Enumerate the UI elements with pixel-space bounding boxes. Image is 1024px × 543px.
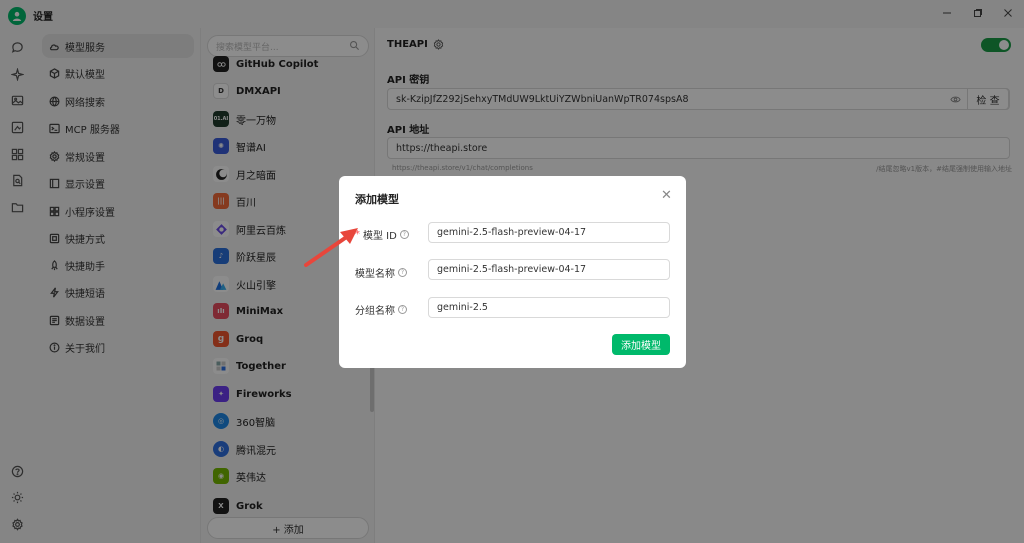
- field-value: gemini-2.5-flash-preview-04-17: [437, 264, 587, 275]
- close-icon[interactable]: ✕: [661, 188, 672, 203]
- model-name-input[interactable]: gemini-2.5-flash-preview-04-17: [428, 259, 670, 280]
- group-name-label: 分组名称 ?: [355, 302, 407, 317]
- annotation-arrow-icon: [304, 228, 358, 267]
- model-id-label: * 模型 ID ?: [355, 227, 409, 242]
- add-model-submit-button[interactable]: 添加模型: [612, 334, 670, 355]
- field-value: gemini-2.5-flash-preview-04-17: [437, 227, 587, 238]
- dialog-title: 添加模型: [355, 193, 399, 206]
- field-value: gemini-2.5: [437, 302, 488, 313]
- field-label: 分组名称: [355, 306, 395, 317]
- field-label: 模型 ID: [363, 231, 397, 242]
- model-name-label: 模型名称 ?: [355, 265, 407, 280]
- help-icon[interactable]: ?: [398, 305, 407, 314]
- model-id-input[interactable]: gemini-2.5-flash-preview-04-17: [428, 222, 670, 243]
- help-icon[interactable]: ?: [398, 268, 407, 277]
- help-icon[interactable]: ?: [399, 230, 409, 239]
- group-name-input[interactable]: gemini-2.5: [428, 297, 670, 318]
- add-model-dialog: 添加模型 ✕ * 模型 ID ? gemini-2.5-flash-previe…: [339, 176, 686, 368]
